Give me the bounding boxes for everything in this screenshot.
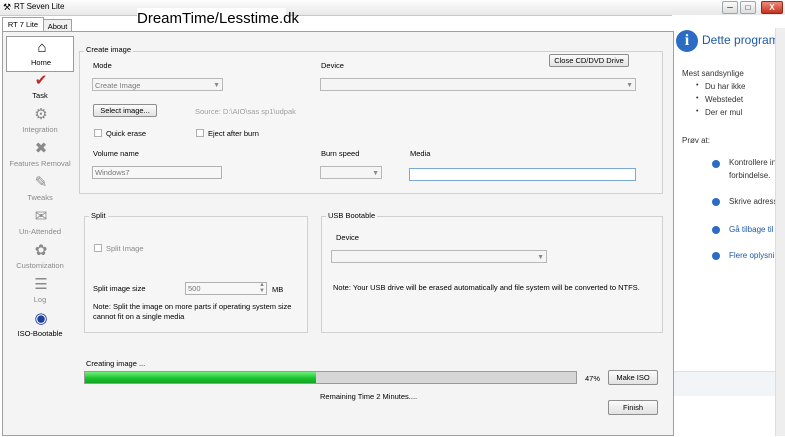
make-iso-button[interactable]: Make ISO — [608, 370, 658, 385]
split-note: Note: Split the image on more parts if o… — [93, 302, 292, 321]
split-title: Split — [89, 211, 108, 220]
sidebar-item-label: Customization — [16, 261, 64, 270]
progress-status: Creating image ... — [86, 359, 146, 368]
volume-name-label: Volume name — [93, 149, 139, 158]
device-select[interactable]: ▼ — [320, 78, 636, 91]
burn-speed-select[interactable]: ▼ — [320, 166, 382, 179]
chevron-down-icon: ▼ — [537, 254, 544, 261]
eject-after-burn-label: Eject after burn — [208, 129, 259, 138]
scrollbar[interactable] — [775, 28, 785, 436]
task-icon: ✔ — [34, 72, 48, 89]
browser-action[interactable]: Skrive adress — [729, 197, 777, 206]
sidebar-item-home[interactable]: ⌂ Home — [6, 36, 74, 72]
media-input[interactable] — [409, 168, 636, 181]
split-size-unit: MB — [272, 285, 284, 294]
home-icon: ⌂ — [37, 39, 47, 56]
finish-button[interactable]: Finish — [608, 400, 658, 415]
sidebar-item-label: Home — [30, 58, 51, 67]
stepper-arrows-icon[interactable]: ▲ ▼ — [259, 282, 265, 294]
browser-error-subtitle: Mest sandsynlige — [682, 69, 744, 78]
quick-erase-label: Quick erase — [106, 129, 147, 138]
mode-label: Mode — [93, 61, 112, 70]
split-image-label: Split Image — [106, 244, 144, 253]
quick-erase-checkbox[interactable] — [94, 129, 102, 137]
customization-icon: ✿ — [34, 242, 48, 259]
split-image-checkbox[interactable] — [94, 244, 102, 252]
sidebar-item-label: Log — [33, 295, 47, 304]
watermark-caption: DreamTime/Lesstime.dk — [137, 8, 299, 30]
browser-action[interactable]: Kontrollere in — [729, 158, 776, 167]
device-label: Device — [321, 61, 344, 70]
browser-bullet: Du har ikke — [705, 82, 746, 91]
sidebar-item-tweaks[interactable]: ✎ Tweaks — [6, 172, 74, 206]
arrow-icon — [712, 160, 720, 168]
tweaks-icon: ✎ — [34, 174, 48, 191]
chevron-down-icon: ▼ — [372, 170, 379, 177]
close-button[interactable]: X — [761, 1, 783, 14]
chevron-down-icon: ▼ — [213, 82, 220, 89]
sidebar-item-customization[interactable]: ✿ Customization — [6, 240, 74, 274]
split-size-label: Split image size — [93, 284, 146, 293]
sidebar-item-label: Integration — [22, 125, 58, 134]
sidebar-item-label: Un-Attended — [18, 227, 62, 236]
progress-percent: 47% — [585, 374, 601, 383]
split-size-stepper[interactable]: 500 ▲ ▼ — [185, 282, 267, 295]
burn-speed-label: Burn speed — [321, 149, 360, 158]
iso-bootable-icon: ◉ — [34, 310, 48, 327]
sidebar-item-label: Features Removal — [9, 159, 71, 168]
browser-action-line2: forbindelse. — [729, 171, 771, 180]
log-icon: ☰ — [34, 276, 48, 293]
eject-after-burn-checkbox[interactable] — [196, 129, 204, 137]
browser-status-strip — [673, 371, 775, 396]
browser-bullet: Webstedet — [705, 95, 744, 104]
window-title: RT Seven Lite — [14, 2, 65, 11]
sidebar-item-features-removal[interactable]: ✖ Features Removal — [6, 138, 74, 172]
sidebar-item-integration[interactable]: ⚙ Integration — [6, 104, 74, 138]
usb-bootable-title: USB Bootable — [326, 211, 378, 220]
sidebar-item-label: Tweaks — [27, 193, 53, 202]
create-image-title: Create image — [84, 45, 134, 54]
sidebar-item-iso-bootable[interactable]: ◉ ISO-Bootable — [6, 308, 74, 342]
tab-rt7lite[interactable]: RT 7 Lite — [2, 17, 44, 32]
unattended-icon: ✉ — [34, 208, 48, 225]
volume-name-input[interactable]: Windows7 — [92, 166, 222, 179]
arrow-icon — [712, 198, 720, 206]
sidebar-item-label: ISO-Bootable — [17, 329, 63, 338]
chevron-down-icon: ▼ — [626, 82, 633, 89]
arrow-icon — [712, 226, 720, 234]
maximize-button[interactable]: □ — [740, 1, 756, 14]
close-drive-button[interactable]: Close CD/DVD Drive — [549, 54, 629, 67]
usb-device-select[interactable]: ▼ — [331, 250, 547, 263]
sidebar-item-unattended[interactable]: ✉ Un-Attended — [6, 206, 74, 240]
sidebar-item-task[interactable]: ✔ Task — [6, 70, 74, 104]
app-icon: ⚒ — [3, 2, 12, 12]
usb-bootable-group — [321, 216, 663, 333]
info-icon: i — [676, 30, 698, 52]
title-bar[interactable] — [0, 0, 785, 16]
browser-error-title: Dette program — [702, 33, 779, 47]
remaining-time: Remaining Time 2 Minutes.... — [320, 392, 418, 401]
progress-bar — [84, 371, 577, 384]
source-path: Source: D:\AIO\sas sp1\udpak — [195, 107, 296, 116]
browser-link-more[interactable]: Flere oplysni — [729, 251, 774, 260]
mode-select[interactable]: Create Image ▼ — [92, 78, 223, 91]
browser-bullet: Der er mul — [705, 108, 743, 117]
select-image-button[interactable]: Select image... — [93, 104, 157, 117]
browser-link-back[interactable]: Gå tilbage til — [729, 225, 773, 234]
sidebar-item-log[interactable]: ☰ Log — [6, 274, 74, 308]
usb-note: Note: Your USB drive will be erased auto… — [333, 283, 640, 292]
browser-try-label: Prøv at: — [682, 136, 711, 145]
integration-icon: ⚙ — [34, 106, 48, 123]
sidebar-item-label: Task — [32, 91, 48, 100]
sidebar: ⌂ Home ✔ Task ⚙ Integration ✖ Features R… — [6, 36, 74, 341]
media-label: Media — [410, 149, 431, 158]
progress-fill — [85, 372, 316, 383]
minimize-button[interactable]: ─ — [722, 1, 738, 14]
mode-select-value: Create Image — [95, 81, 141, 90]
features-removal-icon: ✖ — [34, 140, 48, 157]
usb-device-label: Device — [336, 233, 359, 242]
chevron-down-icon — [712, 252, 720, 260]
split-size-value: 500 — [188, 284, 201, 293]
